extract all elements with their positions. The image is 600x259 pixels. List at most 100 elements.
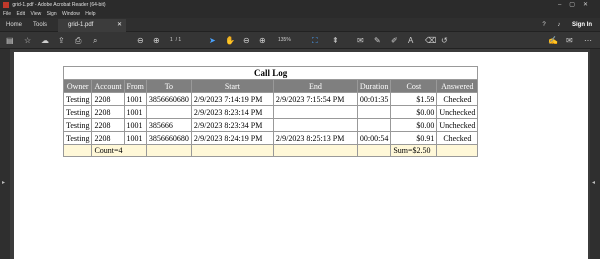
text-tool-icon[interactable]: A bbox=[408, 32, 413, 49]
cell-cost: $0.00 bbox=[390, 105, 438, 119]
cell-cost: $1.59 bbox=[390, 92, 438, 106]
tab-document[interactable]: grid-1.pdf ✕ bbox=[58, 19, 126, 32]
sign-in-button[interactable]: Sign In bbox=[572, 22, 592, 28]
help-icon[interactable]: ? bbox=[542, 22, 545, 28]
cell-duration bbox=[356, 105, 392, 119]
share-icon[interactable]: ⇪ bbox=[58, 32, 65, 49]
footer-cell-empty bbox=[62, 144, 93, 157]
close-tab-icon[interactable]: ✕ bbox=[117, 19, 122, 32]
title-bar: grid-1.pdf - Adobe Acrobat Reader (64-bi… bbox=[0, 0, 600, 10]
previous-page-icon[interactable]: ⊖ bbox=[137, 32, 144, 49]
cell-start: 2/9/2023 7:14:19 PM bbox=[190, 92, 274, 106]
cell-to: 385666 bbox=[145, 118, 192, 132]
acrobat-app-icon bbox=[3, 1, 9, 8]
menu-help[interactable]: Help bbox=[85, 11, 95, 17]
column-header-duration: Duration bbox=[356, 79, 392, 93]
read-mode-icon[interactable]: ⇞ bbox=[332, 32, 339, 49]
call-log-table: Call Log Owner Account From To Start End… bbox=[62, 66, 479, 157]
tab-tools[interactable]: Tools bbox=[33, 18, 47, 32]
cloud-upload-icon[interactable]: ☁ bbox=[41, 32, 49, 49]
select-cursor-icon[interactable]: ➤ bbox=[209, 32, 216, 49]
menu-file[interactable]: File bbox=[3, 11, 11, 17]
table-footer-row: Count=4 Sum=$2.50 bbox=[62, 144, 479, 157]
search-icon[interactable]: ⌕ bbox=[93, 32, 97, 49]
zoom-out-icon[interactable]: ⊖ bbox=[243, 32, 250, 49]
cell-answered: Checked bbox=[436, 92, 479, 106]
column-header-cost: Cost bbox=[390, 79, 438, 93]
left-panel-collapsed: ▸ bbox=[0, 49, 10, 259]
page-indicator[interactable]: 1 / 1 bbox=[170, 32, 181, 49]
undo-icon[interactable]: ↺ bbox=[441, 32, 448, 49]
menu-edit[interactable]: Edit bbox=[16, 11, 25, 17]
cell-owner: Testing bbox=[62, 105, 93, 119]
cell-owner: Testing bbox=[62, 92, 93, 106]
table-row: Testing 2208 1001 2/9/2023 8:23:14 PM $0… bbox=[62, 105, 479, 119]
menu-window[interactable]: Window bbox=[62, 11, 80, 17]
page-current[interactable]: 1 bbox=[170, 37, 173, 43]
zoom-level[interactable]: 135% bbox=[278, 32, 291, 49]
cell-duration: 00:00:54 bbox=[356, 131, 392, 145]
sidebar-toggle-icon[interactable]: ▤ bbox=[6, 32, 14, 49]
expand-left-panel-icon[interactable]: ▸ bbox=[2, 179, 5, 186]
highlight-icon[interactable]: ✎ bbox=[374, 32, 381, 49]
notifications-icon[interactable]: ♪ bbox=[557, 22, 560, 28]
footer-cell-empty bbox=[190, 144, 274, 157]
next-page-icon[interactable]: ⊕ bbox=[153, 32, 160, 49]
window-title: grid-1.pdf - Adobe Acrobat Reader (64-bi… bbox=[12, 2, 106, 8]
email-icon[interactable]: ✉ bbox=[566, 32, 573, 49]
cell-start: 2/9/2023 8:23:14 PM bbox=[190, 105, 274, 119]
hand-tool-icon[interactable]: ✋ bbox=[225, 32, 235, 49]
cell-from: 1001 bbox=[123, 131, 147, 145]
table-row: Testing 2208 1001 3856660680 2/9/2023 7:… bbox=[62, 92, 479, 106]
expand-right-panel-icon[interactable]: ◂ bbox=[592, 179, 595, 186]
menu-view[interactable]: View bbox=[30, 11, 41, 17]
zoom-in-icon[interactable]: ⊕ bbox=[259, 32, 266, 49]
toolbar: ▤ ☆ ☁ ⇪ ⎙ ⌕ ⊖ ⊕ 1 / 1 ➤ ✋ ⊖ ⊕ 135% ⛶ ⇞ ✉… bbox=[0, 32, 600, 49]
cell-to: 3856660680 bbox=[145, 92, 192, 106]
footer-cell-empty bbox=[272, 144, 358, 157]
column-header-owner: Owner bbox=[62, 79, 93, 93]
column-header-end: End bbox=[272, 79, 358, 93]
cell-to: 3856660680 bbox=[145, 131, 192, 145]
cell-cost: $0.91 bbox=[390, 131, 438, 145]
cell-end bbox=[272, 118, 358, 132]
column-header-from: From bbox=[123, 79, 147, 93]
cell-end: 2/9/2023 8:25:13 PM bbox=[272, 131, 358, 145]
column-header-answered: Answered bbox=[436, 79, 479, 93]
cell-end bbox=[272, 105, 358, 119]
column-header-to: To bbox=[145, 79, 192, 93]
cell-from: 1001 bbox=[123, 118, 147, 132]
cell-end: 2/9/2023 7:15:54 PM bbox=[272, 92, 358, 106]
table-title: Call Log bbox=[62, 66, 479, 80]
fill-sign-icon[interactable]: ✍ bbox=[548, 32, 558, 49]
print-icon[interactable]: ⎙ bbox=[75, 32, 81, 49]
more-tools-icon[interactable]: ⋯ bbox=[584, 32, 592, 49]
bookmark-star-icon[interactable]: ☆ bbox=[24, 32, 31, 49]
cell-to bbox=[145, 105, 192, 119]
footer-sum: Sum=$2.50 bbox=[390, 144, 438, 157]
comment-icon[interactable]: ✉ bbox=[357, 32, 364, 49]
tab-bar: Home Tools grid-1.pdf ✕ ? ♪ Sign In bbox=[0, 18, 600, 32]
cell-duration bbox=[356, 118, 392, 132]
tab-document-label: grid-1.pdf bbox=[68, 22, 94, 28]
table-row: Testing 2208 1001 385666 2/9/2023 8:23:3… bbox=[62, 118, 479, 132]
cell-account: 2208 bbox=[91, 92, 125, 106]
draw-icon[interactable]: ✐ bbox=[391, 32, 398, 49]
footer-cell-empty bbox=[145, 144, 192, 157]
window-controls[interactable]: –▢✕ bbox=[558, 0, 596, 10]
cell-duration: 00:01:35 bbox=[356, 92, 392, 106]
cell-from: 1001 bbox=[123, 105, 147, 119]
cell-answered: Unchecked bbox=[436, 105, 479, 119]
cell-start: 2/9/2023 8:24:19 PM bbox=[190, 131, 274, 145]
cell-answered: Checked bbox=[436, 131, 479, 145]
delete-icon[interactable]: ⌫ bbox=[425, 32, 436, 49]
cell-account: 2208 bbox=[91, 105, 125, 119]
cell-cost: $0.00 bbox=[390, 118, 438, 132]
tab-home[interactable]: Home bbox=[6, 18, 22, 32]
menu-sign[interactable]: Sign bbox=[47, 11, 57, 17]
fit-page-icon[interactable]: ⛶ bbox=[312, 32, 318, 49]
column-header-account: Account bbox=[91, 79, 125, 93]
cell-answered: Unchecked bbox=[436, 118, 479, 132]
menu-bar: File Edit View Sign Window Help bbox=[0, 10, 600, 18]
right-panel-collapsed: ◂ bbox=[590, 49, 600, 259]
